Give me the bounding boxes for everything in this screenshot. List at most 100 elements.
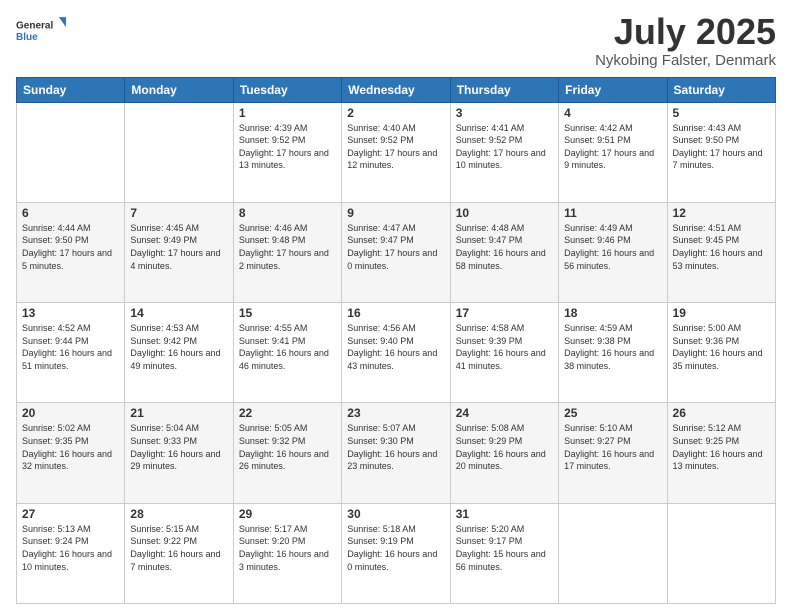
day-info: Sunrise: 5:18 AM Sunset: 9:19 PM Dayligh… — [347, 523, 444, 573]
day-number: 15 — [239, 306, 336, 320]
day-info: Sunrise: 4:45 AM Sunset: 9:49 PM Dayligh… — [130, 222, 227, 272]
calendar-cell: 28 Sunrise: 5:15 AM Sunset: 9:22 PM Dayli… — [125, 503, 233, 603]
calendar-cell: 3 Sunrise: 4:41 AM Sunset: 9:52 PM Daylig… — [450, 102, 558, 202]
day-number: 3 — [456, 106, 553, 120]
calendar-week-1: 1 Sunrise: 4:39 AM Sunset: 9:52 PM Daylig… — [17, 102, 776, 202]
day-info: Sunrise: 4:55 AM Sunset: 9:41 PM Dayligh… — [239, 322, 336, 372]
calendar-cell: 1 Sunrise: 4:39 AM Sunset: 9:52 PM Daylig… — [233, 102, 341, 202]
day-info: Sunrise: 5:12 AM Sunset: 9:25 PM Dayligh… — [673, 422, 770, 472]
day-number: 23 — [347, 406, 444, 420]
day-info: Sunrise: 5:20 AM Sunset: 9:17 PM Dayligh… — [456, 523, 553, 573]
day-info: Sunrise: 4:41 AM Sunset: 9:52 PM Dayligh… — [456, 122, 553, 172]
day-number: 28 — [130, 507, 227, 521]
svg-text:Blue: Blue — [16, 32, 38, 43]
calendar-table: SundayMondayTuesdayWednesdayThursdayFrid… — [16, 77, 776, 604]
day-number: 13 — [22, 306, 119, 320]
calendar-cell: 14 Sunrise: 4:53 AM Sunset: 9:42 PM Dayli… — [125, 303, 233, 403]
calendar-cell: 8Sunrise: 4:46 AM Sunset: 9:48 PM Daylig… — [233, 202, 341, 302]
day-number: 1 — [239, 106, 336, 120]
calendar-cell: 27 Sunrise: 5:13 AM Sunset: 9:24 PM Dayli… — [17, 503, 125, 603]
calendar-cell — [17, 102, 125, 202]
day-number: 26 — [673, 406, 770, 420]
day-info: Sunrise: 5:10 AM Sunset: 9:27 PM Dayligh… — [564, 422, 661, 472]
calendar-week-2: 6 Sunrise: 4:44 AM Sunset: 9:50 PM Daylig… — [17, 202, 776, 302]
calendar-cell: 4 Sunrise: 4:42 AM Sunset: 9:51 PM Daylig… — [559, 102, 667, 202]
header: General Blue July 2025 Nykobing Falster,… — [16, 12, 776, 69]
day-number: 14 — [130, 306, 227, 320]
day-info: Sunrise: 5:17 AM Sunset: 9:20 PM Dayligh… — [239, 523, 336, 573]
day-number: 11 — [564, 206, 661, 220]
calendar-cell — [667, 503, 775, 603]
calendar-header-row: SundayMondayTuesdayWednesdayThursdayFrid… — [17, 77, 776, 102]
day-info: Sunrise: 4:39 AM Sunset: 9:52 PM Dayligh… — [239, 122, 336, 172]
calendar-cell: 16Sunrise: 4:56 AM Sunset: 9:40 PM Dayli… — [342, 303, 450, 403]
day-number: 24 — [456, 406, 553, 420]
day-info: Sunrise: 4:53 AM Sunset: 9:42 PM Dayligh… — [130, 322, 227, 372]
day-info: Sunrise: 4:44 AM Sunset: 9:50 PM Dayligh… — [22, 222, 119, 272]
calendar-week-4: 20 Sunrise: 5:02 AM Sunset: 9:35 PM Dayli… — [17, 403, 776, 503]
day-info: Sunrise: 5:15 AM Sunset: 9:22 PM Dayligh… — [130, 523, 227, 573]
calendar-cell: 19Sunrise: 5:00 AM Sunset: 9:36 PM Dayli… — [667, 303, 775, 403]
day-info: Sunrise: 4:52 AM Sunset: 9:44 PM Dayligh… — [22, 322, 119, 372]
day-info: Sunrise: 4:42 AM Sunset: 9:51 PM Dayligh… — [564, 122, 661, 172]
calendar-cell: 13 Sunrise: 4:52 AM Sunset: 9:44 PM Dayli… — [17, 303, 125, 403]
day-number: 22 — [239, 406, 336, 420]
calendar-cell: 29 Sunrise: 5:17 AM Sunset: 9:20 PM Dayli… — [233, 503, 341, 603]
page: General Blue July 2025 Nykobing Falster,… — [0, 0, 792, 612]
calendar-cell: 9 Sunrise: 4:47 AM Sunset: 9:47 PM Daylig… — [342, 202, 450, 302]
calendar-cell: 17 Sunrise: 4:58 AM Sunset: 9:39 PM Dayli… — [450, 303, 558, 403]
day-info: Sunrise: 5:13 AM Sunset: 9:24 PM Dayligh… — [22, 523, 119, 573]
calendar-cell: 18Sunrise: 4:59 AM Sunset: 9:38 PM Dayli… — [559, 303, 667, 403]
day-info: Sunrise: 5:00 AM Sunset: 9:36 PM Dayligh… — [673, 322, 770, 372]
calendar-cell: 31 Sunrise: 5:20 AM Sunset: 9:17 PM Dayli… — [450, 503, 558, 603]
day-number: 4 — [564, 106, 661, 120]
day-info: Sunrise: 5:07 AM Sunset: 9:30 PM Dayligh… — [347, 422, 444, 472]
calendar-cell: 22 Sunrise: 5:05 AM Sunset: 9:32 PM Dayli… — [233, 403, 341, 503]
day-info: Sunrise: 4:59 AM Sunset: 9:38 PM Dayligh… — [564, 322, 661, 372]
day-number: 31 — [456, 507, 553, 521]
day-info: Sunrise: 5:05 AM Sunset: 9:32 PM Dayligh… — [239, 422, 336, 472]
day-number: 17 — [456, 306, 553, 320]
day-info: Sunrise: 5:02 AM Sunset: 9:35 PM Dayligh… — [22, 422, 119, 472]
calendar-cell: 6 Sunrise: 4:44 AM Sunset: 9:50 PM Daylig… — [17, 202, 125, 302]
logo-icon: General Blue — [16, 12, 66, 48]
day-number: 10 — [456, 206, 553, 220]
day-number: 25 — [564, 406, 661, 420]
svg-text:General: General — [16, 21, 53, 32]
day-info: Sunrise: 5:08 AM Sunset: 9:29 PM Dayligh… — [456, 422, 553, 472]
calendar-week-3: 13 Sunrise: 4:52 AM Sunset: 9:44 PM Dayli… — [17, 303, 776, 403]
calendar-week-5: 27 Sunrise: 5:13 AM Sunset: 9:24 PM Dayli… — [17, 503, 776, 603]
calendar-cell — [559, 503, 667, 603]
calendar-cell: 5Sunrise: 4:43 AM Sunset: 9:50 PM Daylig… — [667, 102, 775, 202]
day-number: 12 — [673, 206, 770, 220]
calendar-cell — [125, 102, 233, 202]
calendar-header-monday: Monday — [125, 77, 233, 102]
calendar-cell: 20 Sunrise: 5:02 AM Sunset: 9:35 PM Dayli… — [17, 403, 125, 503]
day-number: 9 — [347, 206, 444, 220]
day-number: 2 — [347, 106, 444, 120]
calendar-cell: 21Sunrise: 5:04 AM Sunset: 9:33 PM Dayli… — [125, 403, 233, 503]
day-info: Sunrise: 4:58 AM Sunset: 9:39 PM Dayligh… — [456, 322, 553, 372]
day-number: 29 — [239, 507, 336, 521]
calendar-cell: 24 Sunrise: 5:08 AM Sunset: 9:29 PM Dayli… — [450, 403, 558, 503]
day-number: 7 — [130, 206, 227, 220]
day-info: Sunrise: 4:48 AM Sunset: 9:47 PM Dayligh… — [456, 222, 553, 272]
day-number: 16 — [347, 306, 444, 320]
calendar-cell: 10 Sunrise: 4:48 AM Sunset: 9:47 PM Dayli… — [450, 202, 558, 302]
day-number: 30 — [347, 507, 444, 521]
day-info: Sunrise: 4:47 AM Sunset: 9:47 PM Dayligh… — [347, 222, 444, 272]
calendar-cell: 26 Sunrise: 5:12 AM Sunset: 9:25 PM Dayli… — [667, 403, 775, 503]
day-info: Sunrise: 4:49 AM Sunset: 9:46 PM Dayligh… — [564, 222, 661, 272]
calendar-cell: 7 Sunrise: 4:45 AM Sunset: 9:49 PM Daylig… — [125, 202, 233, 302]
day-info: Sunrise: 4:46 AM Sunset: 9:48 PM Dayligh… — [239, 222, 336, 272]
day-number: 5 — [673, 106, 770, 120]
day-number: 6 — [22, 206, 119, 220]
calendar-cell: 11 Sunrise: 4:49 AM Sunset: 9:46 PM Dayli… — [559, 202, 667, 302]
calendar-cell: 12Sunrise: 4:51 AM Sunset: 9:45 PM Dayli… — [667, 202, 775, 302]
calendar-cell: 15 Sunrise: 4:55 AM Sunset: 9:41 PM Dayli… — [233, 303, 341, 403]
day-number: 27 — [22, 507, 119, 521]
calendar-header-friday: Friday — [559, 77, 667, 102]
day-info: Sunrise: 4:40 AM Sunset: 9:52 PM Dayligh… — [347, 122, 444, 172]
day-number: 20 — [22, 406, 119, 420]
calendar-header-thursday: Thursday — [450, 77, 558, 102]
